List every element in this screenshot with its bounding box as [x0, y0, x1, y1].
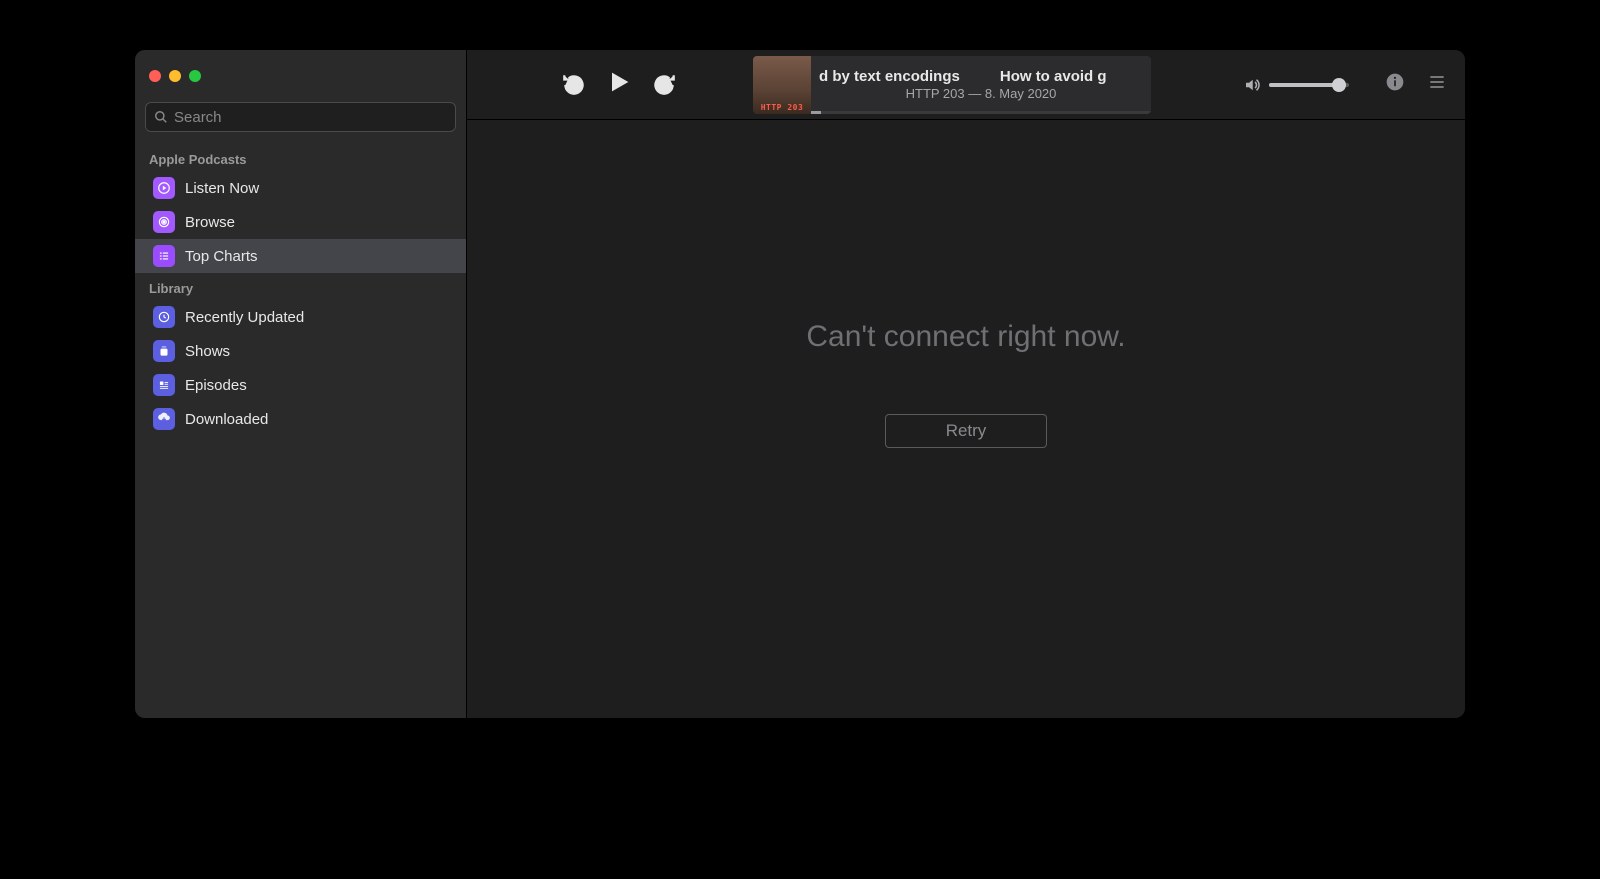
now-playing-artwork: HTTP 203: [753, 56, 811, 114]
search-icon: [154, 110, 168, 124]
toolbar: 15 30 HTTP 203 d by text encodings H: [467, 50, 1465, 120]
progress-fill: [811, 111, 821, 114]
window-maximize-button[interactable]: [189, 70, 201, 82]
sidebar-item-label: Listen Now: [185, 180, 259, 197]
now-playing-title-part1: d by text encodings: [819, 68, 960, 85]
search-field[interactable]: [145, 102, 456, 132]
error-message: Can't connect right now.: [806, 320, 1125, 354]
sidebar-item-top-charts[interactable]: Top Charts: [135, 239, 466, 273]
retry-button[interactable]: Retry: [885, 414, 1048, 448]
info-button[interactable]: [1385, 72, 1405, 97]
skip-back-amount: 15: [569, 80, 579, 90]
skip-fwd-amount: 30: [659, 80, 669, 90]
playback-controls: 15 30: [561, 68, 677, 101]
sidebar-item-downloaded[interactable]: Downloaded: [135, 402, 466, 436]
volume-icon: [1243, 76, 1261, 94]
listen-now-icon: [153, 177, 175, 199]
shows-icon: [153, 340, 175, 362]
search-input[interactable]: [174, 109, 447, 126]
window-controls: [135, 64, 466, 102]
queue-button[interactable]: [1427, 72, 1447, 97]
episodes-icon: [153, 374, 175, 396]
sidebar-section-library: Library: [135, 273, 466, 300]
progress-bar[interactable]: [811, 111, 1151, 114]
now-playing-lcd[interactable]: HTTP 203 d by text encodings How to avoi…: [753, 56, 1151, 114]
sidebar-item-label: Episodes: [185, 377, 247, 394]
now-playing-subtitle: HTTP 203 — 8. May 2020: [819, 86, 1143, 101]
volume-slider[interactable]: [1269, 83, 1349, 87]
play-button[interactable]: [605, 68, 633, 101]
volume-thumb[interactable]: [1332, 78, 1346, 92]
sidebar-item-listen-now[interactable]: Listen Now: [135, 171, 466, 205]
sidebar-item-label: Top Charts: [185, 248, 258, 265]
top-charts-icon: [153, 245, 175, 267]
skip-back-button[interactable]: 15: [561, 72, 587, 98]
sidebar-item-episodes[interactable]: Episodes: [135, 368, 466, 402]
download-icon: [153, 408, 175, 430]
volume-control[interactable]: [1243, 76, 1349, 94]
sidebar-item-label: Browse: [185, 214, 235, 231]
sidebar-section-apple-podcasts: Apple Podcasts: [135, 144, 466, 171]
sidebar-item-label: Recently Updated: [185, 309, 304, 326]
skip-forward-button[interactable]: 30: [651, 72, 677, 98]
browse-icon: [153, 211, 175, 233]
content-area: Can't connect right now. Retry: [467, 120, 1465, 718]
main-area: 15 30 HTTP 203 d by text encodings H: [467, 50, 1465, 718]
app-window: Apple Podcasts Listen Now Browse Top Cha…: [135, 50, 1465, 718]
sidebar-item-browse[interactable]: Browse: [135, 205, 466, 239]
artwork-label: HTTP 203: [753, 103, 811, 112]
sidebar: Apple Podcasts Listen Now Browse Top Cha…: [135, 50, 467, 718]
sidebar-item-label: Downloaded: [185, 411, 268, 428]
now-playing-title-part2: How to avoid g: [1000, 68, 1107, 85]
clock-icon: [153, 306, 175, 328]
window-minimize-button[interactable]: [169, 70, 181, 82]
sidebar-item-shows[interactable]: Shows: [135, 334, 466, 368]
sidebar-item-recently-updated[interactable]: Recently Updated: [135, 300, 466, 334]
sidebar-item-label: Shows: [185, 343, 230, 360]
window-close-button[interactable]: [149, 70, 161, 82]
